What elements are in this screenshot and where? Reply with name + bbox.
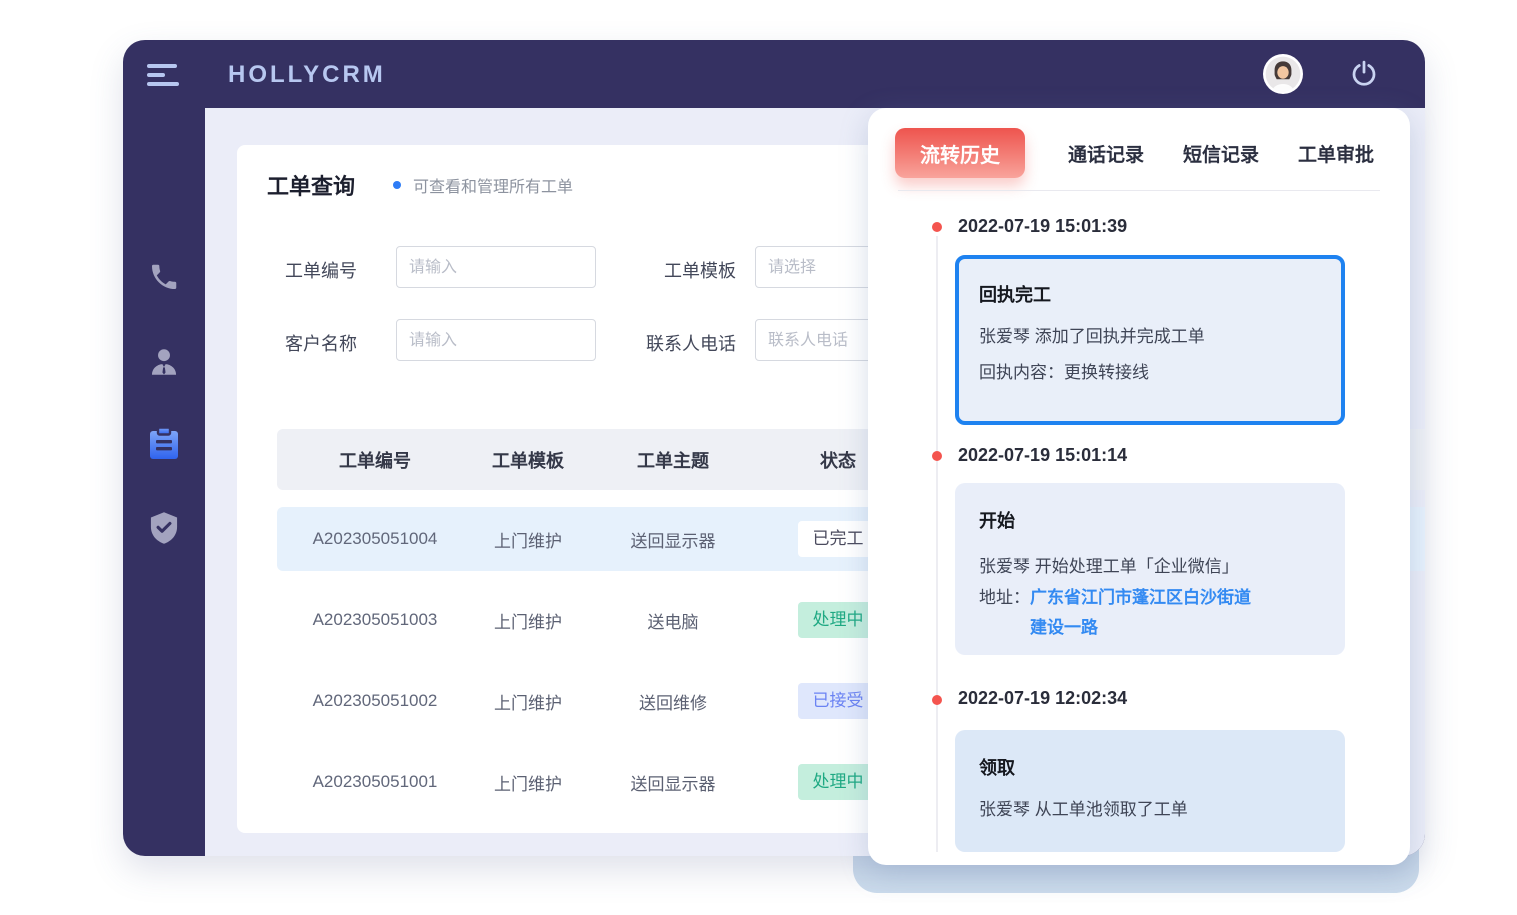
sidebar-item-security[interactable] [123, 508, 205, 548]
cell-order-id: A202305051003 [277, 610, 473, 630]
user-avatar[interactable] [1263, 54, 1303, 94]
cell-order-id: A202305051004 [277, 529, 473, 549]
tab-sms-records[interactable]: 短信记录 [1183, 140, 1259, 167]
timeline-dot [932, 451, 942, 461]
filter-label-customer: 客户名称 [285, 330, 357, 356]
customer-icon [147, 345, 181, 379]
status-badge: 处理中 [798, 602, 879, 638]
sidebar [123, 108, 205, 856]
app-logo: HOLLYCRM [228, 61, 386, 89]
address-label: 地址： [979, 583, 1030, 643]
tabs-divider [898, 190, 1380, 191]
cell-subject: 送回显示器 [583, 527, 763, 552]
tab-order-approval[interactable]: 工单审批 [1298, 140, 1374, 167]
work-order-clipboard-icon [146, 425, 182, 463]
cell-order-id: A202305051002 [277, 691, 473, 711]
timeline-dot [932, 222, 942, 232]
avatar-image [1263, 54, 1303, 94]
timeline-card-line: 张爱琴 从工单池领取了工单 [979, 792, 1321, 828]
address-link[interactable]: 广东省江门市蓬江区白沙街道建设一路 [1030, 583, 1262, 643]
cell-subject: 送回维修 [583, 689, 763, 714]
timeline-card-receipt-complete[interactable]: 回执完工 张爱琴 添加了回执并完成工单 回执内容：更换转接线 [955, 255, 1345, 425]
timeline-card-line: 回执内容：更换转接线 [979, 355, 1321, 391]
cell-subject: 送回显示器 [583, 770, 763, 795]
sidebar-item-customers[interactable] [123, 342, 205, 382]
status-badge: 已接受 [798, 683, 879, 719]
order-detail-panel: 流转历史 通话记录 短信记录 工单审批 2022-07-19 15:01:39 … [868, 108, 1410, 865]
logout-power-icon[interactable] [1349, 59, 1379, 89]
cell-template: 上门维护 [473, 527, 583, 552]
timeline-card-title: 领取 [979, 754, 1321, 780]
cell-template: 上门维护 [473, 608, 583, 633]
timeline-card-line: 张爱琴 开始处理工单「企业微信」 [979, 551, 1321, 583]
page-title: 工单查询 [267, 169, 355, 201]
timeline-timestamp: 2022-07-19 15:01:39 [958, 216, 1127, 237]
cell-subject: 送电脑 [583, 608, 763, 633]
filter-label-order-id: 工单编号 [285, 257, 357, 283]
timeline-line [936, 236, 938, 852]
phone-icon [148, 261, 180, 293]
timeline-card-title: 回执完工 [979, 281, 1321, 307]
menu-toggle-icon[interactable] [147, 64, 181, 86]
timeline-address-row: 地址： 广东省江门市蓬江区白沙街道建设一路 [979, 583, 1321, 643]
order-id-input[interactable] [396, 246, 596, 288]
status-badge: 处理中 [798, 764, 879, 800]
sidebar-item-phone[interactable] [123, 257, 205, 297]
status-badge: 已完工 [798, 521, 879, 557]
timeline-card-line: 张爱琴 添加了回执并完成工单 [979, 319, 1321, 355]
cell-template: 上门维护 [473, 770, 583, 795]
sidebar-item-work-orders[interactable] [123, 424, 205, 464]
topbar: HOLLYCRM [123, 40, 1425, 108]
timeline-timestamp: 2022-07-19 12:02:34 [958, 688, 1127, 709]
customer-name-input[interactable] [396, 319, 596, 361]
tab-flow-history[interactable]: 流转历史 [895, 128, 1025, 178]
page-subtitle: 可查看和管理所有工单 [413, 173, 573, 197]
cell-order-id: A202305051001 [277, 772, 473, 792]
cell-template: 上门维护 [473, 689, 583, 714]
timeline-dot [932, 695, 942, 705]
col-header-order-id: 工单编号 [277, 447, 473, 473]
timeline-card-title: 开始 [979, 507, 1321, 533]
col-header-subject: 工单主题 [583, 447, 763, 473]
subtitle-dot [393, 181, 401, 189]
filter-label-contact-phone: 联系人电话 [646, 330, 736, 356]
timeline-card-start[interactable]: 开始 张爱琴 开始处理工单「企业微信」 地址： 广东省江门市蓬江区白沙街道建设一… [955, 483, 1345, 655]
timeline-timestamp: 2022-07-19 15:01:14 [958, 445, 1127, 466]
filter-label-template: 工单模板 [664, 257, 736, 283]
stage: HOLLYCRM [0, 0, 1517, 915]
col-header-template: 工单模板 [473, 447, 583, 473]
timeline-card-claim[interactable]: 领取 张爱琴 从工单池领取了工单 [955, 730, 1345, 852]
page-header: 工单查询 可查看和管理所有工单 [267, 169, 573, 201]
tab-call-records[interactable]: 通话记录 [1068, 140, 1144, 167]
shield-check-icon [148, 511, 180, 545]
